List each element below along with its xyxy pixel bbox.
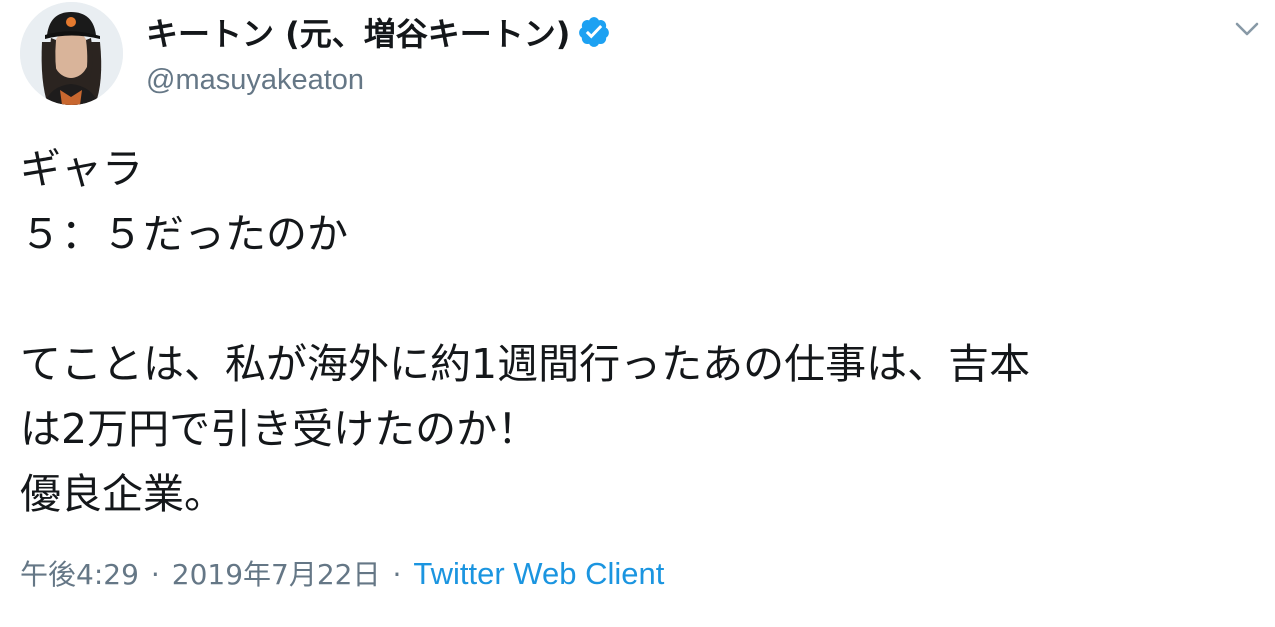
display-name[interactable]: キートン (元、増谷キートン) <box>146 9 570 55</box>
tweet-date[interactable]: 2019年7月22日 <box>172 553 381 593</box>
separator: · <box>150 558 160 591</box>
screen-name[interactable]: @masuyakeaton <box>146 64 611 97</box>
display-name-row: キートン (元、増谷キートン) <box>146 6 611 58</box>
tweet: キートン (元、増谷キートン) @masuyakeaton ギャラ ５：５だった… <box>0 0 1275 627</box>
tweet-text: ギャラ ５：５だったのか てことは、私が海外に約1週間行ったあの仕事は、吉本 は… <box>20 137 1255 527</box>
tweet-text-line: ギャラ <box>20 145 143 193</box>
tweet-text-line: てことは、私が海外に約1週間行ったあの仕事は、吉本 <box>20 340 1031 388</box>
tweet-header: キートン (元、増谷キートン) @masuyakeaton <box>146 6 611 97</box>
tweet-metadata: 午後4:29 · 2019年7月22日 · Twitter Web Client <box>20 553 664 593</box>
tweet-source-link[interactable]: Twitter Web Client <box>413 556 664 592</box>
separator: · <box>392 558 402 591</box>
tweet-text-line: 優良企業。 <box>20 470 225 518</box>
avatar[interactable] <box>20 2 123 105</box>
chevron-down-icon[interactable] <box>1232 18 1262 40</box>
tweet-time[interactable]: 午後4:29 <box>20 553 139 593</box>
verified-badge-icon <box>579 17 610 47</box>
tweet-text-line: ５：５だったのか <box>20 210 348 258</box>
tweet-text-line: は2万円で引き受けたのか！ <box>20 405 539 453</box>
